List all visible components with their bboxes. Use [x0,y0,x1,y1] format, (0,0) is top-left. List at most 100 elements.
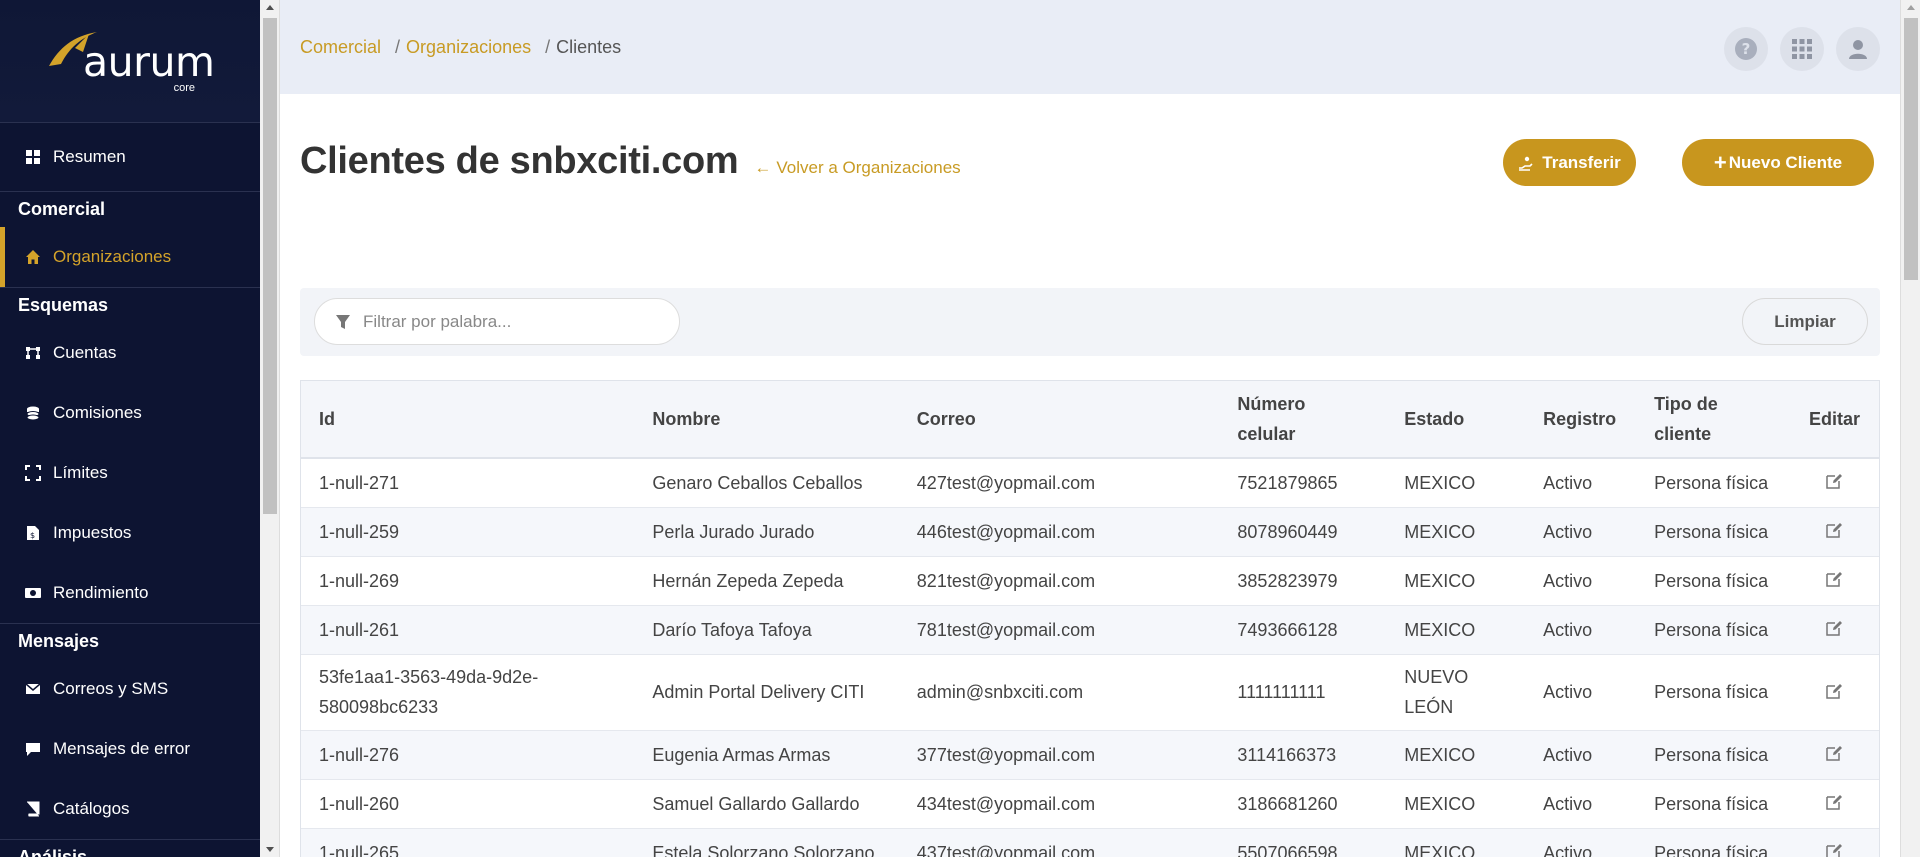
help-button[interactable]: ? [1724,27,1768,71]
edit-icon[interactable] [1826,838,1843,857]
column-header-correo[interactable]: Correo [899,381,1220,458]
user-button[interactable] [1836,27,1880,71]
filter-field[interactable] [314,298,680,345]
sidebar-scrollbar[interactable] [260,0,280,857]
sidebar-item-label: Mensajes de error [53,739,191,758]
cell-id: 1-null-261 [301,605,635,655]
cell-id: 53fe1aa1-3563-49da-9d2e-580098bc6233 [301,654,635,731]
edit-icon[interactable] [1826,468,1843,498]
table-row[interactable]: 53fe1aa1-3563-49da-9d2e-580098bc6233 Admi… [301,654,1879,731]
scroll-down-arrow-icon[interactable] [266,847,274,852]
clear-button[interactable]: Limpiar [1742,298,1868,345]
cell-celular: 3114166373 [1219,730,1387,780]
sidebar-item-comisiones[interactable]: Comisiones [0,383,260,443]
table-row[interactable]: 1-null-261 Darío Tafoya Tafoya 781test@yop… [301,605,1879,655]
cell-correo: admin@snbxciti.com [898,654,1220,731]
cell-nombre: Perla Jurado Jurado [634,507,899,557]
invoice-icon: $ [24,524,42,542]
clients-table: Id Nombre Correo Número celular Estado R… [300,380,1880,857]
apps-button[interactable] [1780,27,1824,71]
logo-wordmark: aurum [83,38,215,86]
plus-icon: + [1713,149,1727,175]
user-icon [1849,40,1867,59]
column-header-estado[interactable]: Estado [1386,381,1525,458]
hand-holding-icon [1519,156,1533,171]
column-header-registro[interactable]: Registro [1525,381,1636,458]
edit-icon[interactable] [1826,615,1843,645]
cell-tipo: Persona física [1636,605,1790,655]
edit-icon[interactable] [1826,517,1843,547]
cell-editar [1789,507,1879,557]
cell-correo: 437test@yopmail.com [898,828,1220,857]
main-content: Comercial / Organizaciones / Clientes ? … [280,0,1900,857]
table-row[interactable]: 1-null-269 Hernán Zepeda Zepeda 821test@yo… [301,556,1879,606]
cell-estado: MEXICO [1386,730,1526,780]
sidebar-item-limites[interactable]: Límites [0,443,260,503]
table-row[interactable]: 1-null-276 Eugenia Armas Armas 377test@yop… [301,730,1879,780]
back-to-organizations-link[interactable]: ← Volver a Organizaciones [754,158,960,178]
page-header: Clientes de snbxciti.com ← Volver a Orga… [300,140,961,183]
topbar-icons: ? [1724,27,1880,71]
new-client-button[interactable]: + Nuevo Cliente [1682,139,1874,186]
edit-icon[interactable] [1826,678,1843,708]
cell-registro: Activo [1525,779,1637,829]
scroll-up-arrow-icon[interactable] [1907,5,1915,10]
sidebar-item-label: Cuentas [53,343,117,362]
sidebar-section-mensajes: Mensajes [0,623,260,659]
scroll-up-arrow-icon[interactable] [266,5,274,10]
logo-subtitle: core [173,82,195,94]
back-link-label: Volver a Organizaciones [776,158,961,177]
cell-editar [1789,605,1879,655]
sidebar-item-rendimiento[interactable]: Rendimiento [0,563,260,623]
cell-correo: 446test@yopmail.com [898,507,1220,557]
cell-estado: NUEVO LEÓN [1386,654,1526,731]
column-header-tipo[interactable]: Tipo de cliente [1636,381,1790,458]
cell-registro: Activo [1525,828,1637,857]
coins-icon [24,404,42,422]
cell-editar [1789,779,1879,829]
transfer-button[interactable]: Transferir [1503,139,1636,186]
table-row[interactable]: 1-null-260 Samuel Gallardo Gallardo 434tes… [301,779,1879,829]
edit-icon[interactable] [1826,566,1843,596]
cell-celular: 3852823979 [1219,556,1387,606]
breadcrumb-organizaciones[interactable]: Organizaciones [406,37,531,58]
cell-id: 1-null-269 [301,556,635,606]
cell-estado: MEXICO [1386,605,1526,655]
cell-registro: Activo [1525,556,1637,606]
table-header-row: Id Nombre Correo Número celular Estado R… [301,381,1879,458]
help-icon: ? [1735,38,1757,60]
table-row[interactable]: 1-null-265 Estela Solorzano Solorzano 437t… [301,828,1879,857]
topbar: Comercial / Organizaciones / Clientes ? [280,0,1900,94]
breadcrumb-comercial[interactable]: Comercial [300,37,381,58]
scrollbar-thumb[interactable] [1904,18,1918,280]
sidebar-item-cuentas[interactable]: Cuentas [0,323,260,383]
column-header-id[interactable]: Id [301,381,634,458]
scrollbar-thumb[interactable] [263,18,277,514]
logo[interactable]: aurum core [0,0,260,123]
table-row[interactable]: 1-null-271 Genaro Ceballos Ceballos 427tes… [301,458,1879,508]
page-scrollbar[interactable] [1900,0,1920,857]
edit-icon[interactable] [1826,740,1843,770]
sidebar-item-catalogos[interactable]: Catálogos [0,779,260,839]
sitemap-icon [24,344,42,362]
filter-input[interactable] [363,311,663,332]
page-title: Clientes de snbxciti.com [300,140,739,182]
money-icon [24,584,42,602]
sidebar-item-resumen[interactable]: Resumen [0,123,260,191]
cell-registro: Activo [1525,507,1637,557]
sidebar-item-label: Límites [53,463,108,482]
cell-registro: Activo [1525,605,1637,655]
edit-icon[interactable] [1826,789,1843,819]
sidebar-item-correos[interactable]: Correos y SMS [0,659,260,719]
table-row[interactable]: 1-null-259 Perla Jurado Jurado 446test@yop… [301,507,1879,557]
column-header-celular[interactable]: Número celular [1219,381,1386,458]
breadcrumb-separator: / [545,36,551,57]
column-header-nombre[interactable]: Nombre [634,381,898,458]
sidebar-item-mensajes-error[interactable]: Mensajes de error [0,719,260,779]
apps-grid-icon [1792,39,1812,59]
cell-celular: 8078960449 [1219,507,1387,557]
column-header-editar: Editar [1808,409,1860,429]
dashboard-icon [24,148,42,166]
sidebar-item-organizaciones[interactable]: Organizaciones [0,227,260,287]
sidebar-item-impuestos[interactable]: $ Impuestos [0,503,260,563]
